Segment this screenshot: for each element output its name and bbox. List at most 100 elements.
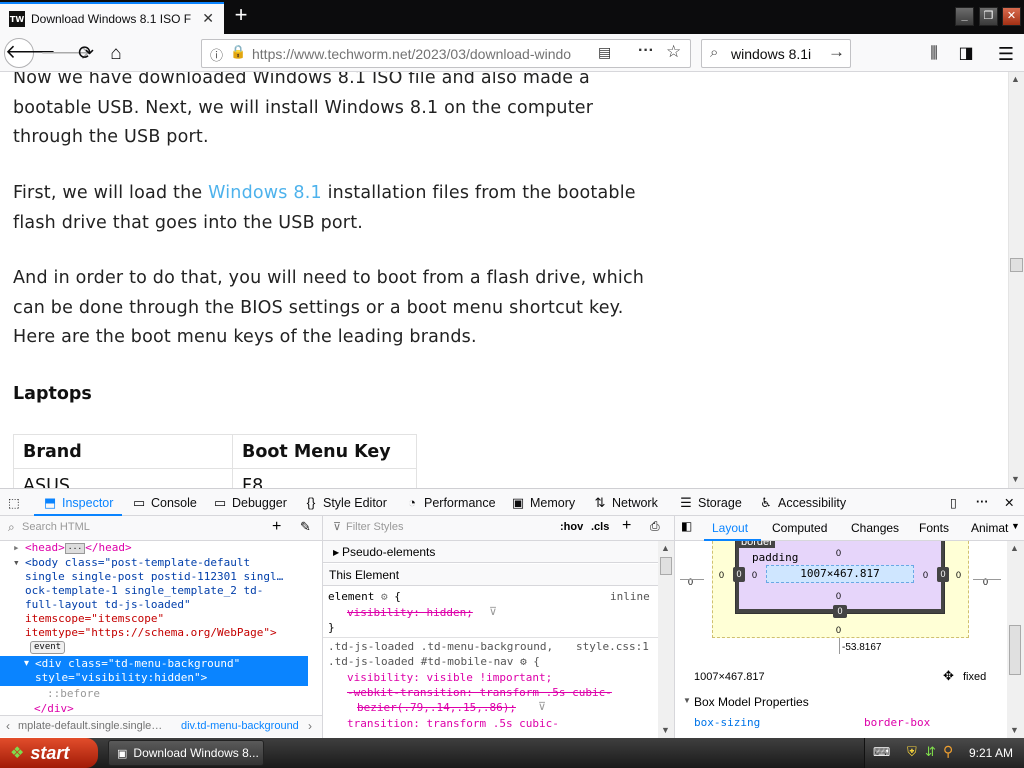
tab-inspector[interactable]: ⬒ Inspector <box>42 495 114 511</box>
markup-node[interactable]: <head> ··· </head> <box>25 541 132 556</box>
filter-icon[interactable]: ⊽ <box>489 604 497 619</box>
search-go-icon[interactable]: → <box>828 42 845 62</box>
toggle-pane-icon[interactable]: ◧ <box>681 519 692 533</box>
event-badge[interactable]: event <box>30 641 66 654</box>
home-button[interactable]: ⌂ <box>102 40 130 68</box>
scroll-down-icon[interactable]: ▼ <box>661 725 670 735</box>
rule-source-link[interactable]: style.css:1 <box>576 639 649 654</box>
overridden-declaration[interactable]: visibility: hidden; <box>347 605 473 620</box>
filter-styles-input[interactable]: Filter Styles <box>346 521 403 533</box>
library-icon[interactable]: ⫼ <box>920 40 948 68</box>
devtools-menu-icon[interactable]: ··· <box>976 495 989 509</box>
scroll-up-icon[interactable]: ▲ <box>1011 74 1020 84</box>
windows-81-link[interactable]: Windows 8.1 <box>208 183 322 203</box>
gear-icon[interactable]: ⚙ <box>520 655 527 668</box>
dock-icon[interactable]: ▯ <box>950 495 957 510</box>
clock[interactable]: 9:21 AM <box>969 746 1013 760</box>
tab-style-editor[interactable]: {} Style Editor <box>303 495 387 510</box>
eyedropper-icon[interactable]: ✎ <box>300 519 311 535</box>
tab-close-icon[interactable]: ✕ <box>202 10 214 27</box>
close-window-button[interactable]: ✕ <box>1002 7 1021 26</box>
tab-fonts[interactable]: Fonts <box>919 521 949 535</box>
add-node-icon[interactable]: + <box>272 518 281 536</box>
forward-button[interactable]: 🡒 <box>40 40 91 68</box>
breadcrumb-item[interactable]: mplate-default.single.single… <box>18 720 168 732</box>
devtools-close-icon[interactable]: ✕ <box>1004 495 1014 510</box>
collapsed-badge[interactable]: ··· <box>64 543 86 554</box>
collapse-arrow-icon[interactable]: ▾ <box>13 556 20 570</box>
search-html-input[interactable]: Search HTML <box>22 521 90 533</box>
overridden-declaration[interactable]: bezier(.79,.14,.15,.86); <box>357 700 516 715</box>
scroll-up-icon[interactable]: ▲ <box>1010 543 1019 553</box>
search-input[interactable]: windows 8.1i <box>731 46 811 62</box>
layout-scrollbar[interactable]: ▲ ▼ <box>1007 541 1024 738</box>
declaration[interactable]: visibility: visible !important; <box>347 670 552 685</box>
markup-node[interactable]: </div> <box>34 702 74 715</box>
network-icon[interactable]: ⇵ <box>925 744 936 760</box>
search-icon[interactable]: ⚲ <box>943 743 953 760</box>
hov-button[interactable]: :hov <box>560 521 583 533</box>
back-button[interactable]: 🡐 <box>4 38 56 68</box>
page-actions-icon[interactable]: ··· <box>638 42 654 60</box>
expand-arrow-icon[interactable]: ▸ <box>13 541 20 555</box>
tab-network[interactable]: ⇅ Network <box>592 495 658 511</box>
tab-debugger[interactable]: ▭ Debugger <box>212 495 287 511</box>
tab-storage[interactable]: ☰ Storage <box>678 495 742 511</box>
box-model-properties-header[interactable]: Box Model Properties <box>694 695 809 709</box>
tab-accessibility[interactable]: ♿ Accessibility <box>758 495 846 511</box>
info-icon[interactable]: ⓘ <box>210 45 223 64</box>
pick-element-icon[interactable]: ⬚ <box>8 495 20 510</box>
pseudo-elements-header[interactable]: ▶ Pseudo-elements <box>323 541 658 563</box>
overridden-declaration[interactable]: -webkit-transition: transform .5s cubic- <box>347 685 612 700</box>
tab-layout[interactable]: Layout <box>712 521 748 535</box>
position-bottom-value[interactable]: -53.8167 <box>842 642 881 653</box>
url-bar[interactable]: ⓘ 🔒 https://www.techworm.net/2023/03/dow… <box>201 39 691 68</box>
browser-tab[interactable]: TW Download Windows 8.1 ISO Files ( ✕ <box>0 2 224 34</box>
border-bottom-value[interactable]: 0 <box>833 605 847 618</box>
chevron-down-icon[interactable]: ▼ <box>1011 521 1020 531</box>
scroll-thumb[interactable] <box>660 557 672 575</box>
page-scrollbar[interactable]: ▲ ▼ <box>1008 72 1024 488</box>
margin-right-value[interactable]: 0 <box>956 570 961 580</box>
tab-console[interactable]: ▭ Console <box>131 495 197 511</box>
border-right-value[interactable]: 0 <box>937 567 949 582</box>
keyboard-icon[interactable]: ⌨ <box>873 745 890 759</box>
breadcrumb-item[interactable]: div.td-menu-background <box>181 720 299 732</box>
tab-animations[interactable]: Animat <box>971 521 1008 535</box>
start-button[interactable]: ❖ start <box>0 738 98 768</box>
margin-bottom-value[interactable]: 0 <box>836 625 841 635</box>
scroll-thumb[interactable] <box>1010 258 1023 272</box>
scroll-down-icon[interactable]: ▼ <box>1011 474 1020 484</box>
reader-view-icon[interactable]: ▤ <box>598 44 611 61</box>
bookmark-star-icon[interactable]: ☆ <box>666 42 681 62</box>
markup-pseudo[interactable]: ::before <box>47 687 100 701</box>
collapse-arrow-icon[interactable]: ▾ <box>24 658 29 669</box>
scroll-thumb[interactable] <box>1009 625 1021 675</box>
taskbar-item[interactable]: ▣ Download Windows 8... <box>108 740 264 766</box>
scroll-up-icon[interactable]: ▲ <box>661 543 670 553</box>
margin-left-value[interactable]: 0 <box>719 570 724 580</box>
border-left-value[interactable]: 0 <box>733 567 745 582</box>
cls-button[interactable]: .cls <box>591 521 609 533</box>
selected-markup-node[interactable]: ▾ <div class="td-menu-background" style=… <box>0 656 308 686</box>
filter-icon[interactable]: ⊽ <box>538 699 546 714</box>
tab-performance[interactable]: ◔ Performance <box>404 495 496 510</box>
search-bar[interactable]: ⌕ windows 8.1i → <box>701 39 851 68</box>
scroll-down-icon[interactable]: ▼ <box>1010 725 1019 735</box>
reload-button[interactable]: ⟳ <box>72 40 100 68</box>
maximize-button[interactable]: ❐ <box>979 7 998 26</box>
chevron-right-icon[interactable]: › <box>308 719 312 733</box>
minimize-button[interactable]: _ <box>955 7 974 26</box>
padding-left-value[interactable]: 0 <box>752 570 757 580</box>
shield-icon[interactable]: ⛨ <box>907 744 917 760</box>
padding-top-value[interactable]: 0 <box>836 548 841 558</box>
gear-icon[interactable]: ⚙ <box>381 590 388 603</box>
rules-scrollbar[interactable]: ▲ ▼ <box>658 541 674 738</box>
padding-bottom-value[interactable]: 0 <box>836 591 841 601</box>
add-rule-icon[interactable]: + <box>622 517 631 535</box>
markup-node[interactable]: <body class="post-template-default <box>25 556 250 570</box>
tab-computed[interactable]: Computed <box>772 521 827 535</box>
tab-memory[interactable]: ▣ Memory <box>510 495 575 511</box>
tab-changes[interactable]: Changes <box>851 521 899 535</box>
sidebar-icon[interactable]: ◨ <box>952 40 980 68</box>
